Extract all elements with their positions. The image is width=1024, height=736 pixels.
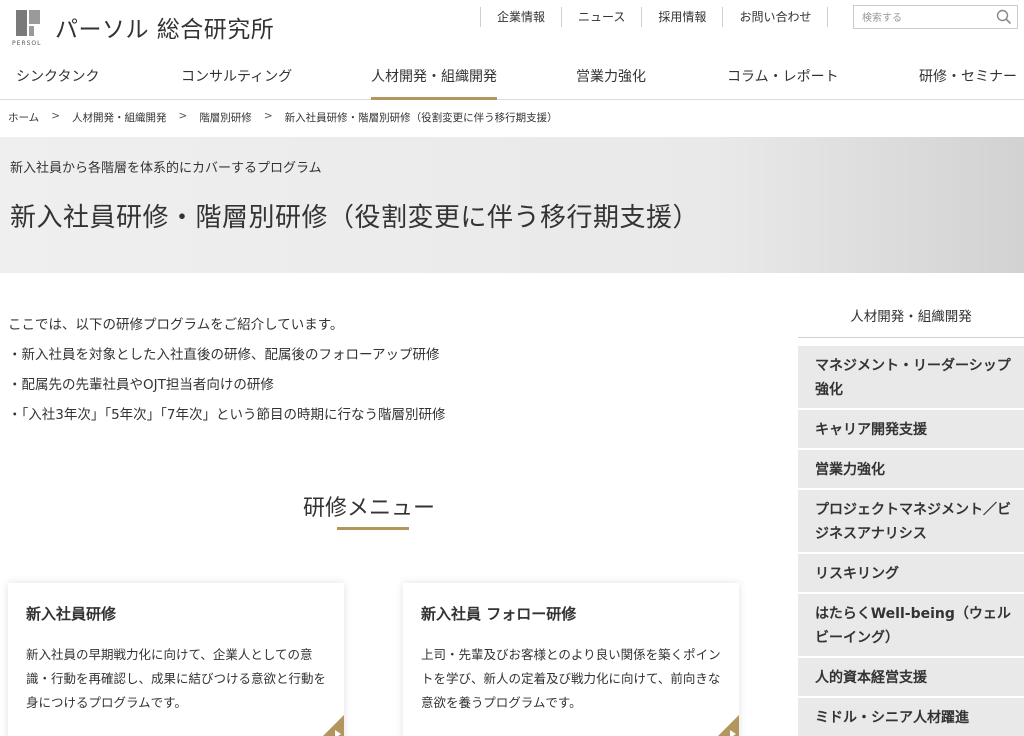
utility-link-recruit[interactable]: 採用情報 [641,7,722,27]
page-subtitle: 新入社員から各階層を体系的にカバーするプログラム [10,161,322,176]
intro-text: ここでは、以下の研修プログラムをご紹介しています。 ・新入社員を対象とした入社直… [8,310,768,430]
search-box [853,5,1018,30]
heading-underline [337,527,409,530]
breadcrumb-tier-training[interactable]: 階層別研修 [199,110,252,125]
card-description: 上司・先輩及びお客様とのより良い関係を築くポイントを学び、新人の定着及び戦力化に… [421,647,721,710]
breadcrumb-separator: > [51,110,60,122]
sidebar-item-human-capital[interactable]: 人的資本経営支援 [798,658,1024,698]
sidebar-item-project-management[interactable]: プロジェクトマネジメント／ビジネスアナリシス [798,490,1024,554]
utility-link-news[interactable]: ニュース [561,7,641,27]
card-title: 新入社員 フォロー研修 [421,605,577,623]
sidebar-item-middle-senior[interactable]: ミドル・シニア人材躍進 [798,698,1024,736]
gnav-item-seminar[interactable]: 研修・セミナー [919,66,1017,100]
sidebar-item-sales[interactable]: 営業力強化 [798,450,1024,490]
page-hero: 新入社員から各階層を体系的にカバーするプログラム 新入社員研修・階層別研修（役割… [0,137,1024,273]
gnav-item-column[interactable]: コラム・レポート [727,66,839,100]
breadcrumb-separator: > [178,110,188,122]
search-icon[interactable] [996,9,1012,25]
breadcrumb-home[interactable]: ホーム [8,110,39,125]
intro-line: ここでは、以下の研修プログラムをご紹介しています。 [8,317,344,333]
utility-link-contact[interactable]: お問い合わせ [722,7,829,27]
sidebar-menu: マネジメント・リーダーシップ強化 キャリア開発支援 営業力強化 プロジェクトマネ… [798,346,1024,736]
gnav-item-hr-development[interactable]: 人材開発・組織開発 [371,66,497,100]
logo-subtext: PERSOL [12,40,42,47]
breadcrumb-hr-development[interactable]: 人材開発・組織開発 [72,110,167,125]
logo-text[interactable]: パーソル 総合研究所 [55,10,274,44]
training-menu-heading: 研修メニュー [303,496,436,521]
persol-logo-icon [16,8,42,36]
sidebar-item-management-leadership[interactable]: マネジメント・リーダーシップ強化 [798,346,1024,410]
card-new-employee-training[interactable]: 新入社員研修 新入社員の早期戦力化に向けて、企業人としての意識・行動を再確認し、… [8,583,344,736]
arrow-right-icon [730,730,736,736]
utility-nav: 企業情報 ニュース 採用情報 お問い合わせ [480,7,829,27]
intro-line: ・新入社員を対象とした入社直後の研修、配属後のフォローアップ研修 [8,347,440,363]
arrow-right-icon [335,730,341,736]
card-description: 新入社員の早期戦力化に向けて、企業人としての意識・行動を再確認し、成果に結びつけ… [26,647,327,710]
sidebar-item-well-being[interactable]: はたらくWell-being（ウェルビーイング） [798,594,1024,658]
search-input[interactable] [854,7,989,30]
site-header: PERSOL パーソル 総合研究所 企業情報 ニュース 採用情報 お問い合わせ [0,0,1024,58]
breadcrumb-current: 新入社員研修・階層別研修（役割変更に伴う移行期支援） [284,112,558,124]
sidebar-item-career-development[interactable]: キャリア開発支援 [798,410,1024,450]
utility-link-company[interactable]: 企業情報 [480,7,561,27]
page-title: 新入社員研修・階層別研修（役割変更に伴う移行期支援） [10,203,700,233]
global-nav: シンクタンク コンサルティング 人材開発・組織開発 営業力強化 コラム・レポート… [0,58,1024,100]
card-follow-up-training[interactable]: 新入社員 フォロー研修 上司・先輩及びお客様とのより良い関係を築くポイントを学び… [403,583,739,736]
site-logo[interactable] [16,8,42,36]
gnav-item-sales[interactable]: 営業力強化 [576,66,646,100]
sidebar-title[interactable]: 人材開発・組織開発 [798,296,1024,338]
gnav-item-consulting[interactable]: コンサルティング [181,66,292,100]
intro-line: ・配属先の先輩社員やOJT担当者向けの研修 [8,377,274,393]
intro-line: ・「入社3年次」「5年次」「7年次」という節目の時期に行なう階層別研修 [8,407,446,423]
breadcrumb-separator: > [263,110,273,122]
breadcrumb: ホーム > 人材開発・組織開発 > 階層別研修 > 新入社員研修・階層別研修（役… [8,110,558,125]
card-title: 新入社員研修 [26,605,117,623]
gnav-item-thinktank[interactable]: シンクタンク [16,66,99,100]
sidebar-item-reskilling[interactable]: リスキリング [798,554,1024,594]
